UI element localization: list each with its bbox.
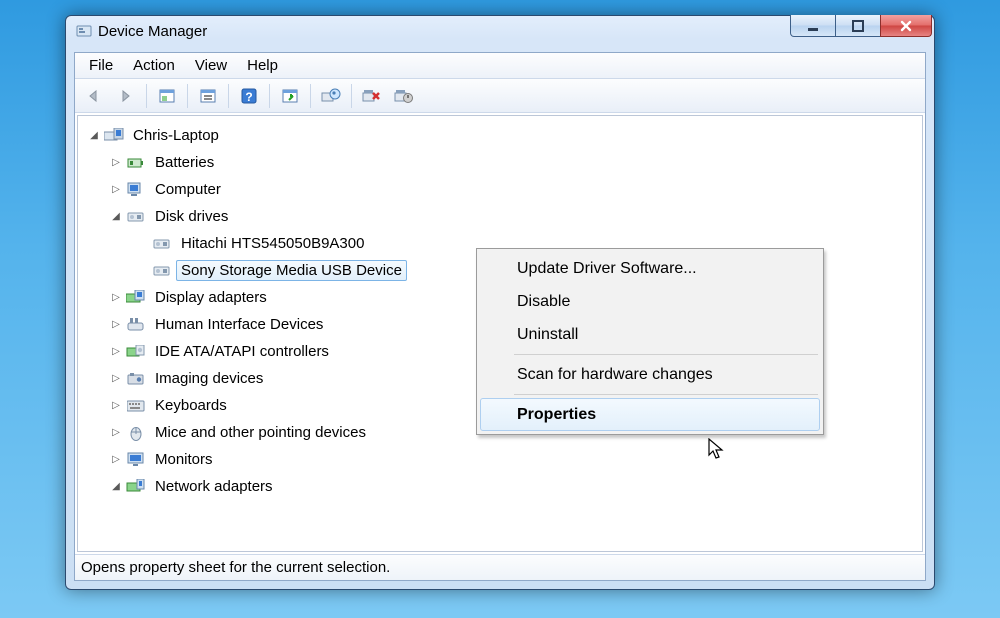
scan-hardware-button[interactable] xyxy=(275,82,305,110)
tree-item-label: Display adapters xyxy=(150,287,272,308)
expand-icon[interactable]: ▷ xyxy=(110,427,122,439)
status-text: Opens property sheet for the current sel… xyxy=(81,559,390,576)
display-adapter-icon xyxy=(126,289,146,307)
expand-icon[interactable]: ▷ xyxy=(110,346,122,358)
expand-icon[interactable]: ◢ xyxy=(110,481,122,493)
disk-icon xyxy=(152,262,172,280)
expand-icon[interactable]: ◢ xyxy=(110,211,122,223)
imaging-icon xyxy=(126,370,146,388)
ide-icon xyxy=(126,343,146,361)
expand-icon[interactable]: ▷ xyxy=(110,319,122,331)
ctx-separator xyxy=(514,394,818,395)
expand-icon[interactable]: ◢ xyxy=(88,130,100,142)
battery-icon xyxy=(126,154,146,172)
expand-spacer xyxy=(136,265,148,277)
ctx-update-driver[interactable]: Update Driver Software... xyxy=(480,252,820,285)
ctx-separator xyxy=(514,354,818,355)
tree-item-label: Monitors xyxy=(150,449,218,470)
tree-item-label: Imaging devices xyxy=(150,368,268,389)
ctx-item-label: Scan for hardware changes xyxy=(517,366,713,384)
tree-item-label: Computer xyxy=(150,179,226,200)
disable-button[interactable] xyxy=(389,82,419,110)
ctx-item-label: Update Driver Software... xyxy=(517,260,697,278)
menu-help[interactable]: Help xyxy=(237,55,288,76)
close-button[interactable] xyxy=(880,15,932,37)
ctx-uninstall[interactable]: Uninstall xyxy=(480,318,820,351)
ctx-disable[interactable]: Disable xyxy=(480,285,820,318)
tree-item-label: Mice and other pointing devices xyxy=(150,422,371,443)
expand-icon[interactable]: ▷ xyxy=(110,184,122,196)
forward-button[interactable] xyxy=(111,82,141,110)
uninstall-button[interactable] xyxy=(357,82,387,110)
toolbar: ? xyxy=(75,79,925,113)
status-bar: Opens property sheet for the current sel… xyxy=(75,554,925,580)
device-tree[interactable]: ◢ Chris-Laptop ▷ Batteries ▷ Computer ◢ xyxy=(77,115,923,552)
menu-file[interactable]: File xyxy=(79,55,123,76)
expand-icon[interactable]: ▷ xyxy=(110,400,122,412)
menu-action[interactable]: Action xyxy=(123,55,185,76)
device-manager-window: Device Manager File Action View Help ? xyxy=(65,15,935,590)
tree-item-label: Human Interface Devices xyxy=(150,314,328,335)
expand-icon[interactable]: ▷ xyxy=(110,373,122,385)
ctx-item-label: Disable xyxy=(517,293,570,311)
tree-root[interactable]: ◢ Chris-Laptop xyxy=(78,122,922,149)
expand-icon[interactable]: ▷ xyxy=(110,157,122,169)
maximize-button[interactable] xyxy=(835,15,881,37)
expand-spacer xyxy=(136,238,148,250)
ctx-item-label: Properties xyxy=(517,406,596,424)
tree-item-monitors[interactable]: ▷ Monitors xyxy=(78,446,922,473)
tree-item-network[interactable]: ◢ Network adapters xyxy=(78,473,922,500)
hid-icon xyxy=(126,316,146,334)
monitor-icon xyxy=(126,451,146,469)
expand-icon[interactable]: ▷ xyxy=(110,454,122,466)
menu-view[interactable]: View xyxy=(185,55,237,76)
expand-icon[interactable]: ▷ xyxy=(110,292,122,304)
computer-root-icon xyxy=(104,127,124,145)
svg-text:?: ? xyxy=(245,90,252,104)
back-button[interactable] xyxy=(79,82,109,110)
tree-item-label: Disk drives xyxy=(150,206,233,227)
menubar: File Action View Help xyxy=(75,53,925,79)
app-icon xyxy=(76,23,92,39)
minimize-button[interactable] xyxy=(790,15,836,37)
tree-item-disk-drives[interactable]: ◢ Disk drives xyxy=(78,203,922,230)
keyboard-icon xyxy=(126,397,146,415)
show-hide-tree-button[interactable] xyxy=(152,82,182,110)
update-driver-button[interactable] xyxy=(316,82,346,110)
computer-icon xyxy=(126,181,146,199)
tree-item-label: Hitachi HTS545050B9A300 xyxy=(176,233,369,254)
client-area: File Action View Help ? ◢ xyxy=(74,52,926,581)
ctx-item-label: Uninstall xyxy=(517,326,578,344)
tree-item-label: IDE ATA/ATAPI controllers xyxy=(150,341,334,362)
tree-item-label: Network adapters xyxy=(150,476,278,497)
disk-icon xyxy=(126,208,146,226)
network-icon xyxy=(126,478,146,496)
mouse-icon xyxy=(126,424,146,442)
help-button[interactable]: ? xyxy=(234,82,264,110)
disk-icon xyxy=(152,235,172,253)
tree-root-label: Chris-Laptop xyxy=(128,125,224,146)
tree-item-label: Batteries xyxy=(150,152,219,173)
titlebar[interactable]: Device Manager xyxy=(66,16,934,46)
tree-item-label: Keyboards xyxy=(150,395,232,416)
context-menu: Update Driver Software... Disable Uninst… xyxy=(476,248,824,435)
tree-item-batteries[interactable]: ▷ Batteries xyxy=(78,149,922,176)
tree-item-computer[interactable]: ▷ Computer xyxy=(78,176,922,203)
content-area: ◢ Chris-Laptop ▷ Batteries ▷ Computer ◢ xyxy=(75,113,925,554)
tree-item-label: Sony Storage Media USB Device xyxy=(176,260,407,281)
properties-button[interactable] xyxy=(193,82,223,110)
ctx-scan[interactable]: Scan for hardware changes xyxy=(480,358,820,391)
ctx-properties[interactable]: Properties xyxy=(480,398,820,431)
